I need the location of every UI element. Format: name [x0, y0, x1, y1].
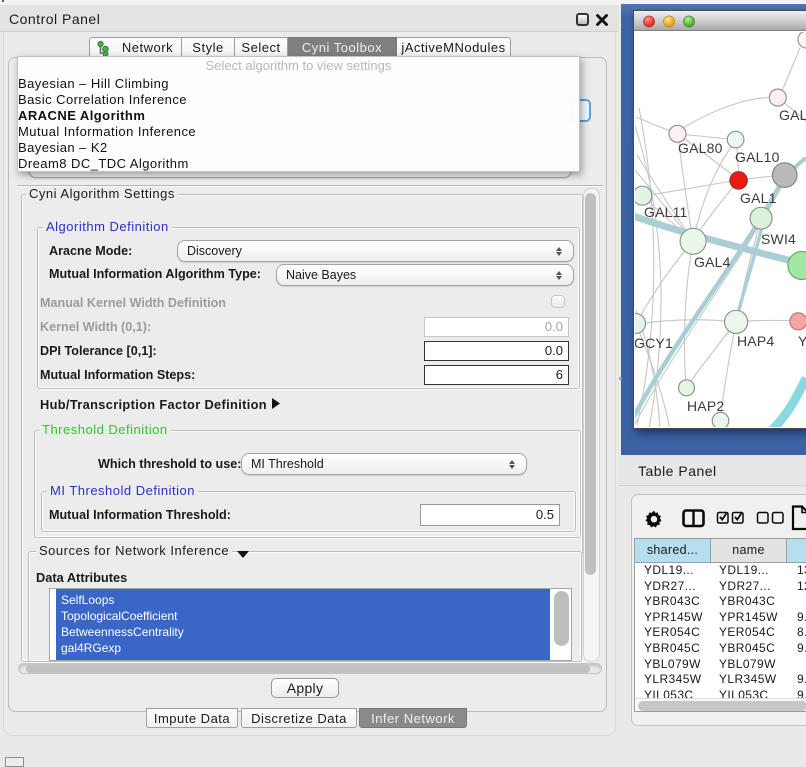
svg-text:GAL4: GAL4 — [694, 254, 731, 270]
svg-text:GAL1: GAL1 — [740, 190, 777, 206]
svg-text:GCY1: GCY1 — [635, 335, 673, 351]
svg-text:Y: Y — [798, 333, 806, 349]
svg-text:SWI4: SWI4 — [761, 231, 796, 247]
svg-text:GAL7: GAL7 — [779, 107, 806, 123]
svg-text:GAL11: GAL11 — [644, 204, 688, 220]
svg-text:HAP2: HAP2 — [687, 398, 724, 414]
svg-text:HAP4: HAP4 — [737, 333, 774, 349]
svg-text:GAL80: GAL80 — [678, 140, 723, 156]
svg-text:GAL10: GAL10 — [735, 149, 780, 165]
